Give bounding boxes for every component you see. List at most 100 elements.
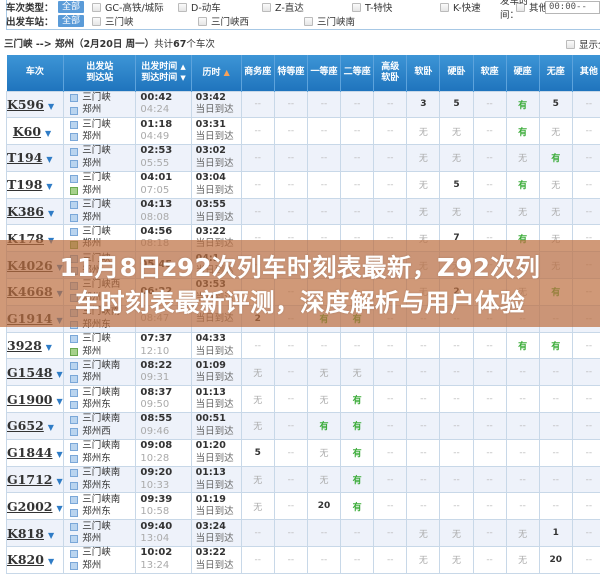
filter-station-sanmenxia-south[interactable]: 三门峡南	[304, 14, 398, 28]
seat-availability[interactable]: 无	[306, 385, 342, 414]
seat-availability[interactable]: --	[240, 331, 275, 360]
seat-availability[interactable]: --	[571, 170, 600, 199]
seat-availability[interactable]: 无	[439, 197, 474, 226]
seat-availability[interactable]: 无	[538, 170, 573, 199]
train-number-link[interactable]: K820	[7, 552, 44, 567]
seat-availability[interactable]: --	[240, 519, 275, 548]
seat-availability[interactable]: --	[273, 197, 308, 226]
chevron-down-icon[interactable]: ▼	[46, 155, 52, 164]
seat-availability[interactable]: --	[571, 519, 600, 548]
chevron-down-icon[interactable]: ▼	[45, 129, 51, 138]
seat-availability[interactable]: --	[240, 90, 275, 119]
seat-availability[interactable]: --	[406, 331, 441, 360]
checkbox-icon[interactable]	[198, 16, 208, 26]
seat-availability[interactable]: --	[273, 117, 308, 146]
filter-station-sanmenxia-west[interactable]: 三门峡西	[198, 14, 292, 28]
seat-availability[interactable]: 有	[340, 438, 375, 467]
seat-availability[interactable]: --	[439, 412, 474, 440]
seat-availability[interactable]: 无	[505, 519, 540, 548]
seat-availability[interactable]: --	[538, 492, 573, 521]
chevron-down-icon[interactable]: ▼	[56, 450, 62, 459]
seat-availability[interactable]: --	[571, 197, 600, 226]
seat-availability[interactable]: 无	[538, 197, 573, 226]
seat-availability[interactable]: 无	[306, 358, 342, 387]
checkbox-icon[interactable]	[440, 2, 450, 12]
sort-down-icon[interactable]: ▼	[180, 74, 185, 82]
seat-availability[interactable]: --	[472, 117, 507, 146]
checkbox-icon[interactable]	[304, 16, 314, 26]
seat-availability[interactable]: --	[472, 492, 507, 521]
seat-availability[interactable]: --	[240, 117, 275, 146]
seat-availability[interactable]: --	[571, 331, 600, 360]
seat-availability[interactable]: --	[538, 465, 573, 494]
seat-availability[interactable]: --	[306, 144, 342, 172]
seat-availability[interactable]: 无	[505, 546, 540, 574]
seat-availability[interactable]: 有	[340, 385, 375, 414]
seat-availability[interactable]: --	[406, 492, 441, 521]
seat-availability[interactable]: 无	[306, 465, 342, 494]
seat-availability[interactable]: --	[538, 438, 573, 467]
seat-availability[interactable]: --	[439, 465, 474, 494]
seat-availability[interactable]: --	[505, 412, 540, 440]
seat-availability[interactable]: --	[306, 519, 342, 548]
checkbox-icon[interactable]	[262, 2, 272, 12]
seat-availability[interactable]: 无	[505, 197, 540, 226]
checkbox-icon[interactable]	[178, 2, 188, 12]
seat-availability[interactable]: --	[571, 358, 600, 387]
seat-availability[interactable]: --	[571, 546, 600, 574]
seat-availability[interactable]: 有	[505, 170, 540, 199]
seat-availability[interactable]: 无	[439, 519, 474, 548]
seat-availability[interactable]: --	[273, 492, 308, 521]
seat-availability[interactable]: --	[340, 90, 375, 119]
seat-availability[interactable]: 无	[240, 385, 275, 414]
seat-availability[interactable]: 无	[240, 412, 275, 440]
seat-availability[interactable]: --	[273, 385, 308, 414]
seat-availability[interactable]: --	[472, 331, 507, 360]
seat-availability[interactable]: --	[240, 197, 275, 226]
seat-availability[interactable]: 20	[538, 546, 573, 574]
chevron-down-icon[interactable]: ▼	[46, 343, 52, 352]
seat-availability[interactable]: --	[373, 465, 408, 494]
seat-availability[interactable]: --	[273, 90, 308, 119]
seat-availability[interactable]: --	[571, 144, 600, 172]
seat-availability[interactable]: --	[373, 331, 408, 360]
seat-availability[interactable]: --	[406, 465, 441, 494]
train-number-link[interactable]: K60	[13, 124, 41, 139]
seat-availability[interactable]: --	[273, 519, 308, 548]
seat-availability[interactable]: 有	[505, 117, 540, 146]
seat-availability[interactable]: 无	[240, 358, 275, 387]
seat-availability[interactable]: --	[505, 438, 540, 467]
seat-availability[interactable]: --	[505, 385, 540, 414]
seat-availability[interactable]: --	[273, 170, 308, 199]
seat-availability[interactable]: 无	[406, 519, 441, 548]
seat-availability[interactable]: --	[373, 412, 408, 440]
seat-availability[interactable]: --	[340, 144, 375, 172]
seat-availability[interactable]: --	[472, 385, 507, 414]
seat-availability[interactable]: --	[472, 197, 507, 226]
seat-availability[interactable]: 有	[340, 465, 375, 494]
seat-availability[interactable]: 无	[538, 117, 573, 146]
seat-availability[interactable]: --	[273, 331, 308, 360]
seat-availability[interactable]: 有	[538, 331, 573, 360]
chevron-down-icon[interactable]: ▼	[56, 504, 62, 513]
seat-availability[interactable]: 无	[406, 144, 441, 172]
filter-station-sanmenxia[interactable]: 三门峡	[92, 14, 186, 28]
seat-availability[interactable]: --	[240, 546, 275, 574]
seat-availability[interactable]: --	[472, 546, 507, 574]
seat-availability[interactable]: --	[340, 197, 375, 226]
seat-availability[interactable]: --	[306, 331, 342, 360]
train-number-link[interactable]: G1844	[7, 445, 52, 460]
seat-availability[interactable]: 无	[340, 358, 375, 387]
header-duration[interactable]: 历时 ▲	[191, 55, 242, 91]
chevron-down-icon[interactable]: ▼	[56, 477, 62, 486]
sort-up-icon[interactable]: ▲	[224, 68, 230, 77]
seat-availability[interactable]: 有	[340, 412, 375, 440]
seat-availability[interactable]: --	[373, 546, 408, 574]
seat-availability[interactable]: --	[406, 412, 441, 440]
train-number-link[interactable]: 3928	[7, 338, 42, 353]
seat-availability[interactable]: --	[505, 358, 540, 387]
seat-availability[interactable]: --	[406, 385, 441, 414]
seat-availability[interactable]: 无	[406, 197, 441, 226]
seat-availability[interactable]: --	[538, 412, 573, 440]
seat-availability[interactable]: --	[340, 519, 375, 548]
